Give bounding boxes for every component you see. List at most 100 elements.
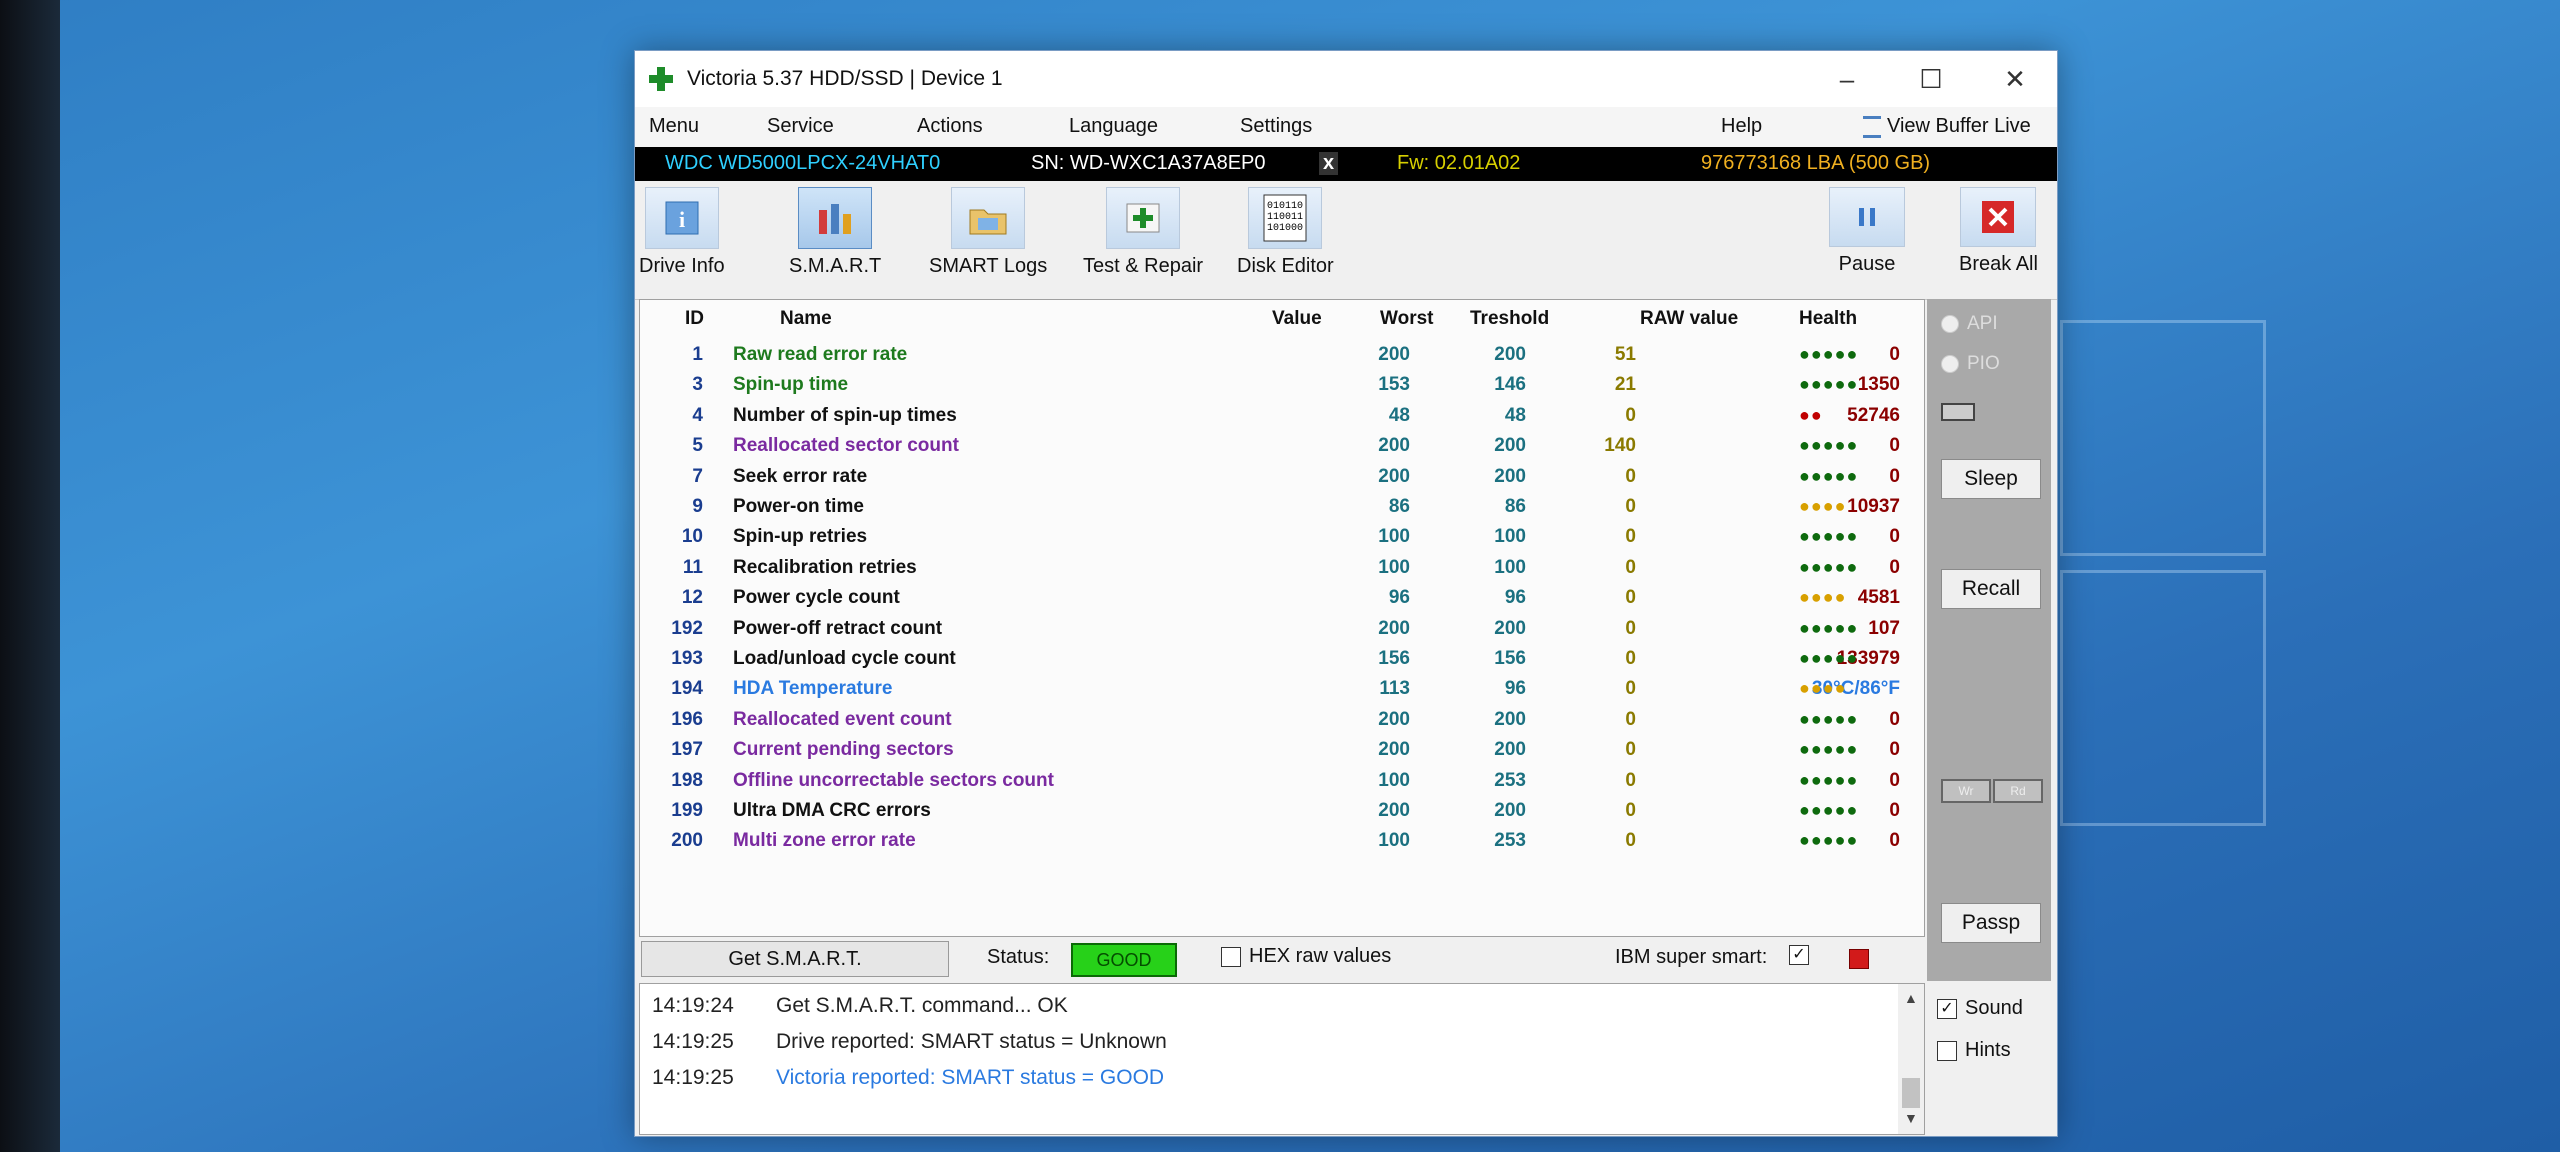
- attr-value: 200: [1378, 617, 1410, 639]
- disk-editor-label: Disk Editor: [1237, 255, 1334, 277]
- table-row[interactable]: 5 Reallocated sector count 200 200 140 0 ●●●●●: [640, 435, 1924, 465]
- table-row[interactable]: 192 Power-off retract count 200 200 0 107 ●●●●…: [640, 618, 1924, 648]
- smart-tab-button[interactable]: S.M.A.R.T: [789, 187, 881, 278]
- hex-raw-checkbox[interactable]: HEX raw values: [1221, 945, 1391, 968]
- log-message: Drive reported: SMART status = Unknown: [776, 1030, 1167, 1053]
- svg-text:010110: 010110: [1267, 201, 1303, 212]
- attr-id: 7: [692, 465, 703, 487]
- attr-id: 9: [692, 496, 703, 517]
- attr-health-dots: ●●●●●: [1799, 374, 1859, 395]
- attr-id: 193: [671, 648, 703, 669]
- table-row[interactable]: 200 Multi zone error rate 100 253 0 0 ●●●●●: [640, 830, 1924, 860]
- attr-id: 200: [671, 830, 703, 852]
- attr-id: 194: [671, 678, 703, 700]
- break-all-button[interactable]: Break All: [1959, 187, 2038, 276]
- attr-worst: 200: [1494, 739, 1526, 761]
- sleep-button[interactable]: Sleep: [1941, 459, 2041, 499]
- ibm-super-smart-checkbox[interactable]: ✓: [1789, 945, 1817, 965]
- attr-threshold: 0: [1625, 678, 1636, 700]
- drive-info-button[interactable]: i Drive Info: [639, 187, 725, 278]
- attr-value: 96: [1388, 587, 1410, 609]
- header-raw: RAW value: [1640, 308, 1739, 329]
- maximize-button[interactable]: ☐: [1889, 64, 1973, 95]
- view-buffer-live[interactable]: View Buffer Live: [1863, 115, 2031, 138]
- table-row[interactable]: 197 Current pending sectors 200 200 0 0 ●●●●●: [640, 739, 1924, 769]
- sound-checkbox[interactable]: ✓ Sound: [1937, 997, 2023, 1020]
- disk-editor-button[interactable]: 010110 110011 101000 Disk Editor: [1237, 187, 1334, 278]
- table-row[interactable]: 194 HDA Temperature 113 96 0 30°C/86°F ●●●●: [640, 678, 1924, 708]
- menu-help[interactable]: Help: [1721, 115, 1762, 138]
- close-button[interactable]: ✕: [1973, 64, 2057, 95]
- menu-settings[interactable]: Settings: [1240, 115, 1312, 138]
- table-row[interactable]: 7 Seek error rate 200 200 0 0 ●●●●●: [640, 466, 1924, 496]
- log-panel: 14:19:24 Get S.M.A.R.T. command... OK 14:1…: [639, 983, 1925, 1135]
- test-repair-icon: [1106, 187, 1181, 249]
- log-scrollbar[interactable]: ▲ ▼: [1898, 984, 1924, 1134]
- attr-threshold: 0: [1625, 404, 1636, 426]
- menu-actions[interactable]: Actions: [917, 115, 983, 138]
- table-row[interactable]: 3 Spin-up time 153 146 21 1350 ●●●●●: [640, 374, 1924, 404]
- binary-editor-icon: 010110 110011 101000: [1248, 187, 1323, 249]
- smart-logs-button[interactable]: SMART Logs: [929, 187, 1047, 278]
- sound-check-mark: ✓: [1937, 998, 1957, 1019]
- test-repair-button[interactable]: Test & Repair: [1083, 187, 1203, 278]
- attr-name: Ultra DMA CRC errors: [733, 800, 931, 821]
- pause-button[interactable]: Pause: [1829, 187, 1905, 276]
- attr-name: Raw read error rate: [733, 344, 908, 365]
- attr-threshold: 0: [1625, 587, 1636, 609]
- attr-value: 200: [1378, 708, 1410, 730]
- hints-checkbox[interactable]: Hints: [1937, 1039, 2011, 1062]
- log-entry: 14:19:25 Drive reported: SMART status = U…: [652, 1030, 1167, 1054]
- table-row[interactable]: 198 Offline uncorrectable sectors count 10…: [640, 770, 1924, 800]
- drive-info-bar: WDC WD5000LPCX-24VHAT0 SN: WD-WXC1A37A8E…: [635, 147, 2057, 181]
- buffer-list-icon: [1863, 115, 1881, 138]
- attr-health-dots: ●●●●●: [1799, 800, 1859, 820]
- get-smart-button[interactable]: Get S.M.A.R.T.: [641, 941, 949, 977]
- api-radio[interactable]: API: [1941, 313, 1998, 335]
- screen-bezel: [0, 0, 60, 1152]
- table-row[interactable]: 193 Load/unload cycle count 156 156 0 133979 ●…: [640, 648, 1924, 678]
- menu-bar: Menu Service Actions Language Settings H…: [635, 107, 2057, 147]
- recall-button[interactable]: Recall: [1941, 569, 2041, 609]
- scroll-thumb[interactable]: [1902, 1078, 1920, 1108]
- header-name: Name: [780, 308, 832, 329]
- menu-service[interactable]: Service: [767, 115, 834, 138]
- attr-name: Seek error rate: [733, 465, 868, 487]
- table-row[interactable]: 11 Recalibration retries 100 100 0 0 ●●●●●: [640, 557, 1924, 587]
- table-row[interactable]: 9 Power-on time 86 86 0 10937 ●●●●: [640, 496, 1924, 526]
- close-drive-button[interactable]: x: [1319, 152, 1339, 175]
- scroll-up-icon[interactable]: ▲: [1904, 990, 1918, 1006]
- title-bar: Victoria 5.37 HDD/SSD | Device 1 – ☐ ✕: [635, 51, 2057, 107]
- pause-icon: [1829, 187, 1905, 247]
- attr-name: HDA Temperature: [733, 678, 893, 700]
- header-value: Value: [1272, 308, 1322, 329]
- minimize-button[interactable]: –: [1805, 64, 1889, 95]
- attr-id: 197: [671, 739, 703, 761]
- table-row[interactable]: 199 Ultra DMA CRC errors 200 200 0 0 ●●●●●: [640, 800, 1924, 830]
- attr-value: 113: [1379, 678, 1410, 700]
- menu-menu[interactable]: Menu: [649, 115, 699, 138]
- info-icon: i: [644, 187, 719, 249]
- menu-language[interactable]: Language: [1069, 115, 1158, 138]
- drive-model[interactable]: WDC WD5000LPCX-24VHAT0: [665, 152, 940, 175]
- table-row[interactable]: 196 Reallocated event count 200 200 0 0 ●●●●●: [640, 709, 1924, 739]
- attr-id: 1: [692, 344, 703, 365]
- small-indicator[interactable]: [1941, 403, 1975, 421]
- header-threshold: Treshold: [1470, 308, 1550, 329]
- table-row[interactable]: 10 Spin-up retries 100 100 0 0 ●●●●●: [640, 526, 1924, 556]
- table-row[interactable]: 1 Raw read error rate 200 200 51 0 ●●●●●: [640, 344, 1924, 374]
- attr-health-dots: ●●●●●: [1799, 556, 1859, 577]
- log-message: Get S.M.A.R.T. command... OK: [776, 994, 1068, 1017]
- attr-worst: 200: [1494, 344, 1526, 365]
- windows-logo: [2060, 320, 2270, 826]
- attr-threshold: 0: [1625, 739, 1636, 761]
- table-row[interactable]: 12 Power cycle count 96 96 0 4581 ●●●●: [640, 587, 1924, 617]
- table-row[interactable]: 4 Number of spin-up times 48 48 0 52746 ●●: [640, 405, 1924, 435]
- pio-radio[interactable]: PIO: [1941, 353, 2000, 375]
- scroll-down-icon[interactable]: ▼: [1904, 1110, 1918, 1126]
- attr-health-dots: ●●●●: [1799, 496, 1847, 516]
- api-radio-circle: [1941, 315, 1959, 333]
- attr-threshold: 0: [1625, 496, 1636, 517]
- passp-button[interactable]: Passp: [1941, 903, 2041, 943]
- attr-value: 200: [1378, 435, 1410, 457]
